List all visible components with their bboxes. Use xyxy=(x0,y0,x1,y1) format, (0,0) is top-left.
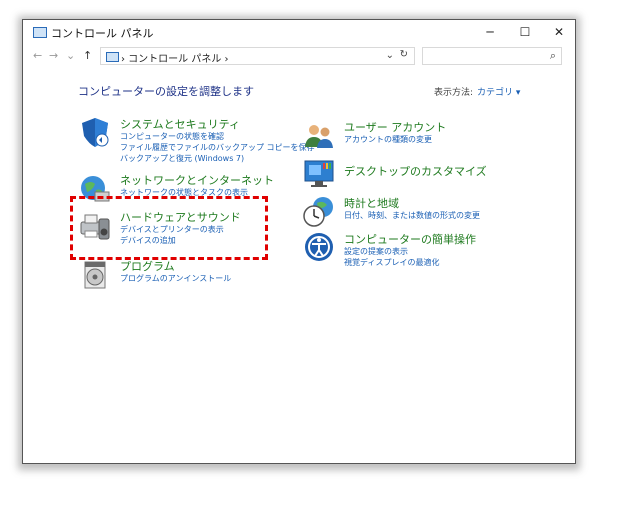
category-title[interactable]: システムとセキュリティ xyxy=(120,116,240,132)
task-link[interactable]: アカウントの種類の変更 xyxy=(344,134,432,145)
clock-globe-icon xyxy=(303,197,333,227)
program-disk-icon xyxy=(84,261,106,289)
users-icon xyxy=(305,125,333,148)
search-icon[interactable]: ⌕ xyxy=(550,49,556,63)
address-path[interactable]: › コントロール パネル › xyxy=(121,50,229,65)
close-button[interactable]: ✕ xyxy=(544,22,574,42)
category-title[interactable]: 時計と地域 xyxy=(344,195,399,211)
category-title[interactable]: プログラム xyxy=(120,258,175,274)
minimize-button[interactable]: ─ xyxy=(475,22,505,42)
maximize-button[interactable]: ☐ xyxy=(510,22,540,42)
forward-arrow-icon[interactable]: → xyxy=(49,49,58,62)
task-link[interactable]: 視覚ディスプレイの最適化 xyxy=(344,257,439,268)
control-panel-icon xyxy=(106,52,119,62)
view-by: 表示方法: カテゴリ ▾ xyxy=(434,85,520,98)
category-title[interactable]: デスクトップのカスタマイズ xyxy=(344,163,487,179)
highlight-annotation xyxy=(70,196,268,260)
recent-locations-icon[interactable]: ⌄ xyxy=(66,49,75,62)
monitor-icon xyxy=(304,160,334,187)
address-bar[interactable]: › コントロール パネル › ⌄ ↻ xyxy=(100,47,415,65)
task-link[interactable]: 日付、時刻、または数値の形式の変更 xyxy=(344,210,480,221)
category-title[interactable]: ネットワークとインターネット xyxy=(120,172,274,188)
task-link[interactable]: バックアップと復元 (Windows 7) xyxy=(120,153,244,164)
task-link[interactable]: ファイル履歴でファイルのバックアップ コピーを保存 xyxy=(120,142,315,153)
view-by-dropdown[interactable]: カテゴリ ▾ xyxy=(477,88,520,98)
task-link[interactable]: プログラムのアンインストール xyxy=(120,273,231,284)
up-arrow-icon[interactable]: ↑ xyxy=(83,49,92,62)
shield-icon xyxy=(82,118,109,147)
refresh-icon[interactable]: ↻ xyxy=(400,49,408,60)
address-row: ← → ⌄ ↑ › コントロール パネル › ⌄ ↻ ⌕ xyxy=(23,46,575,68)
task-link[interactable]: コンピューターの状態を確認 xyxy=(120,131,224,142)
control-panel-icon xyxy=(33,27,47,38)
task-link[interactable]: 設定の提案の表示 xyxy=(344,246,408,257)
page-title: コンピューターの設定を調整します xyxy=(78,85,254,98)
window-title: コントロール パネル xyxy=(51,27,154,40)
back-arrow-icon[interactable]: ← xyxy=(33,49,42,62)
search-input[interactable]: ⌕ xyxy=(422,47,562,65)
view-by-label: 表示方法: xyxy=(434,88,474,98)
title-bar[interactable]: コントロール パネル ─ ☐ ✕ xyxy=(23,20,575,44)
chevron-down-icon[interactable]: ⌄ xyxy=(386,50,394,61)
category-title[interactable]: コンピューターの簡単操作 xyxy=(344,231,476,247)
accessibility-icon xyxy=(305,233,333,261)
category-title[interactable]: ユーザー アカウント xyxy=(344,119,446,135)
